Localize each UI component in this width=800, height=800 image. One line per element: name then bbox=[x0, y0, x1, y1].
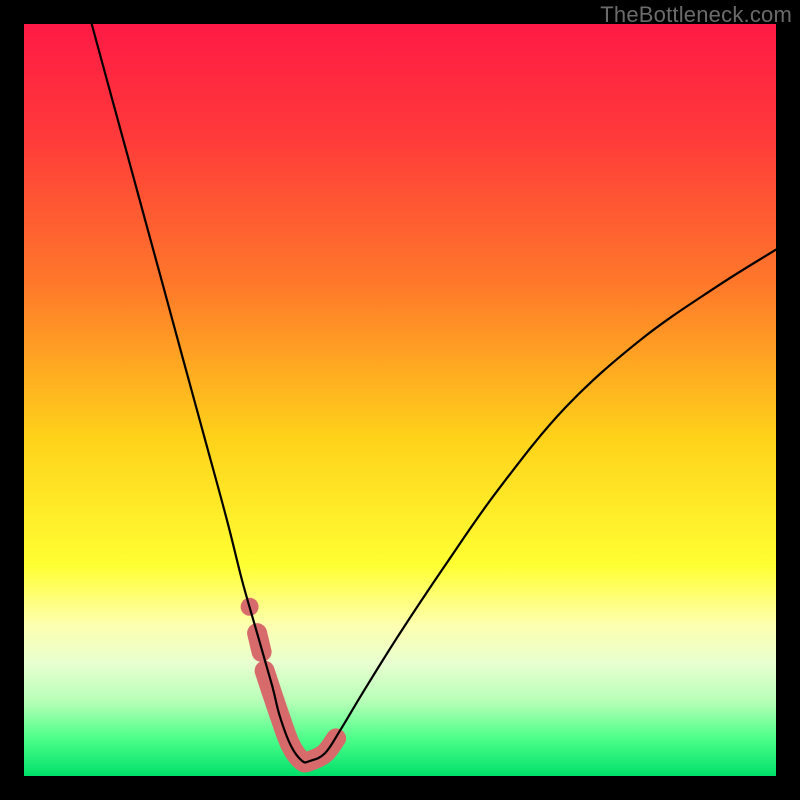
gradient-fill bbox=[24, 24, 776, 776]
bottleneck-chart bbox=[24, 24, 776, 776]
watermark-text: TheBottleneck.com bbox=[600, 2, 792, 28]
